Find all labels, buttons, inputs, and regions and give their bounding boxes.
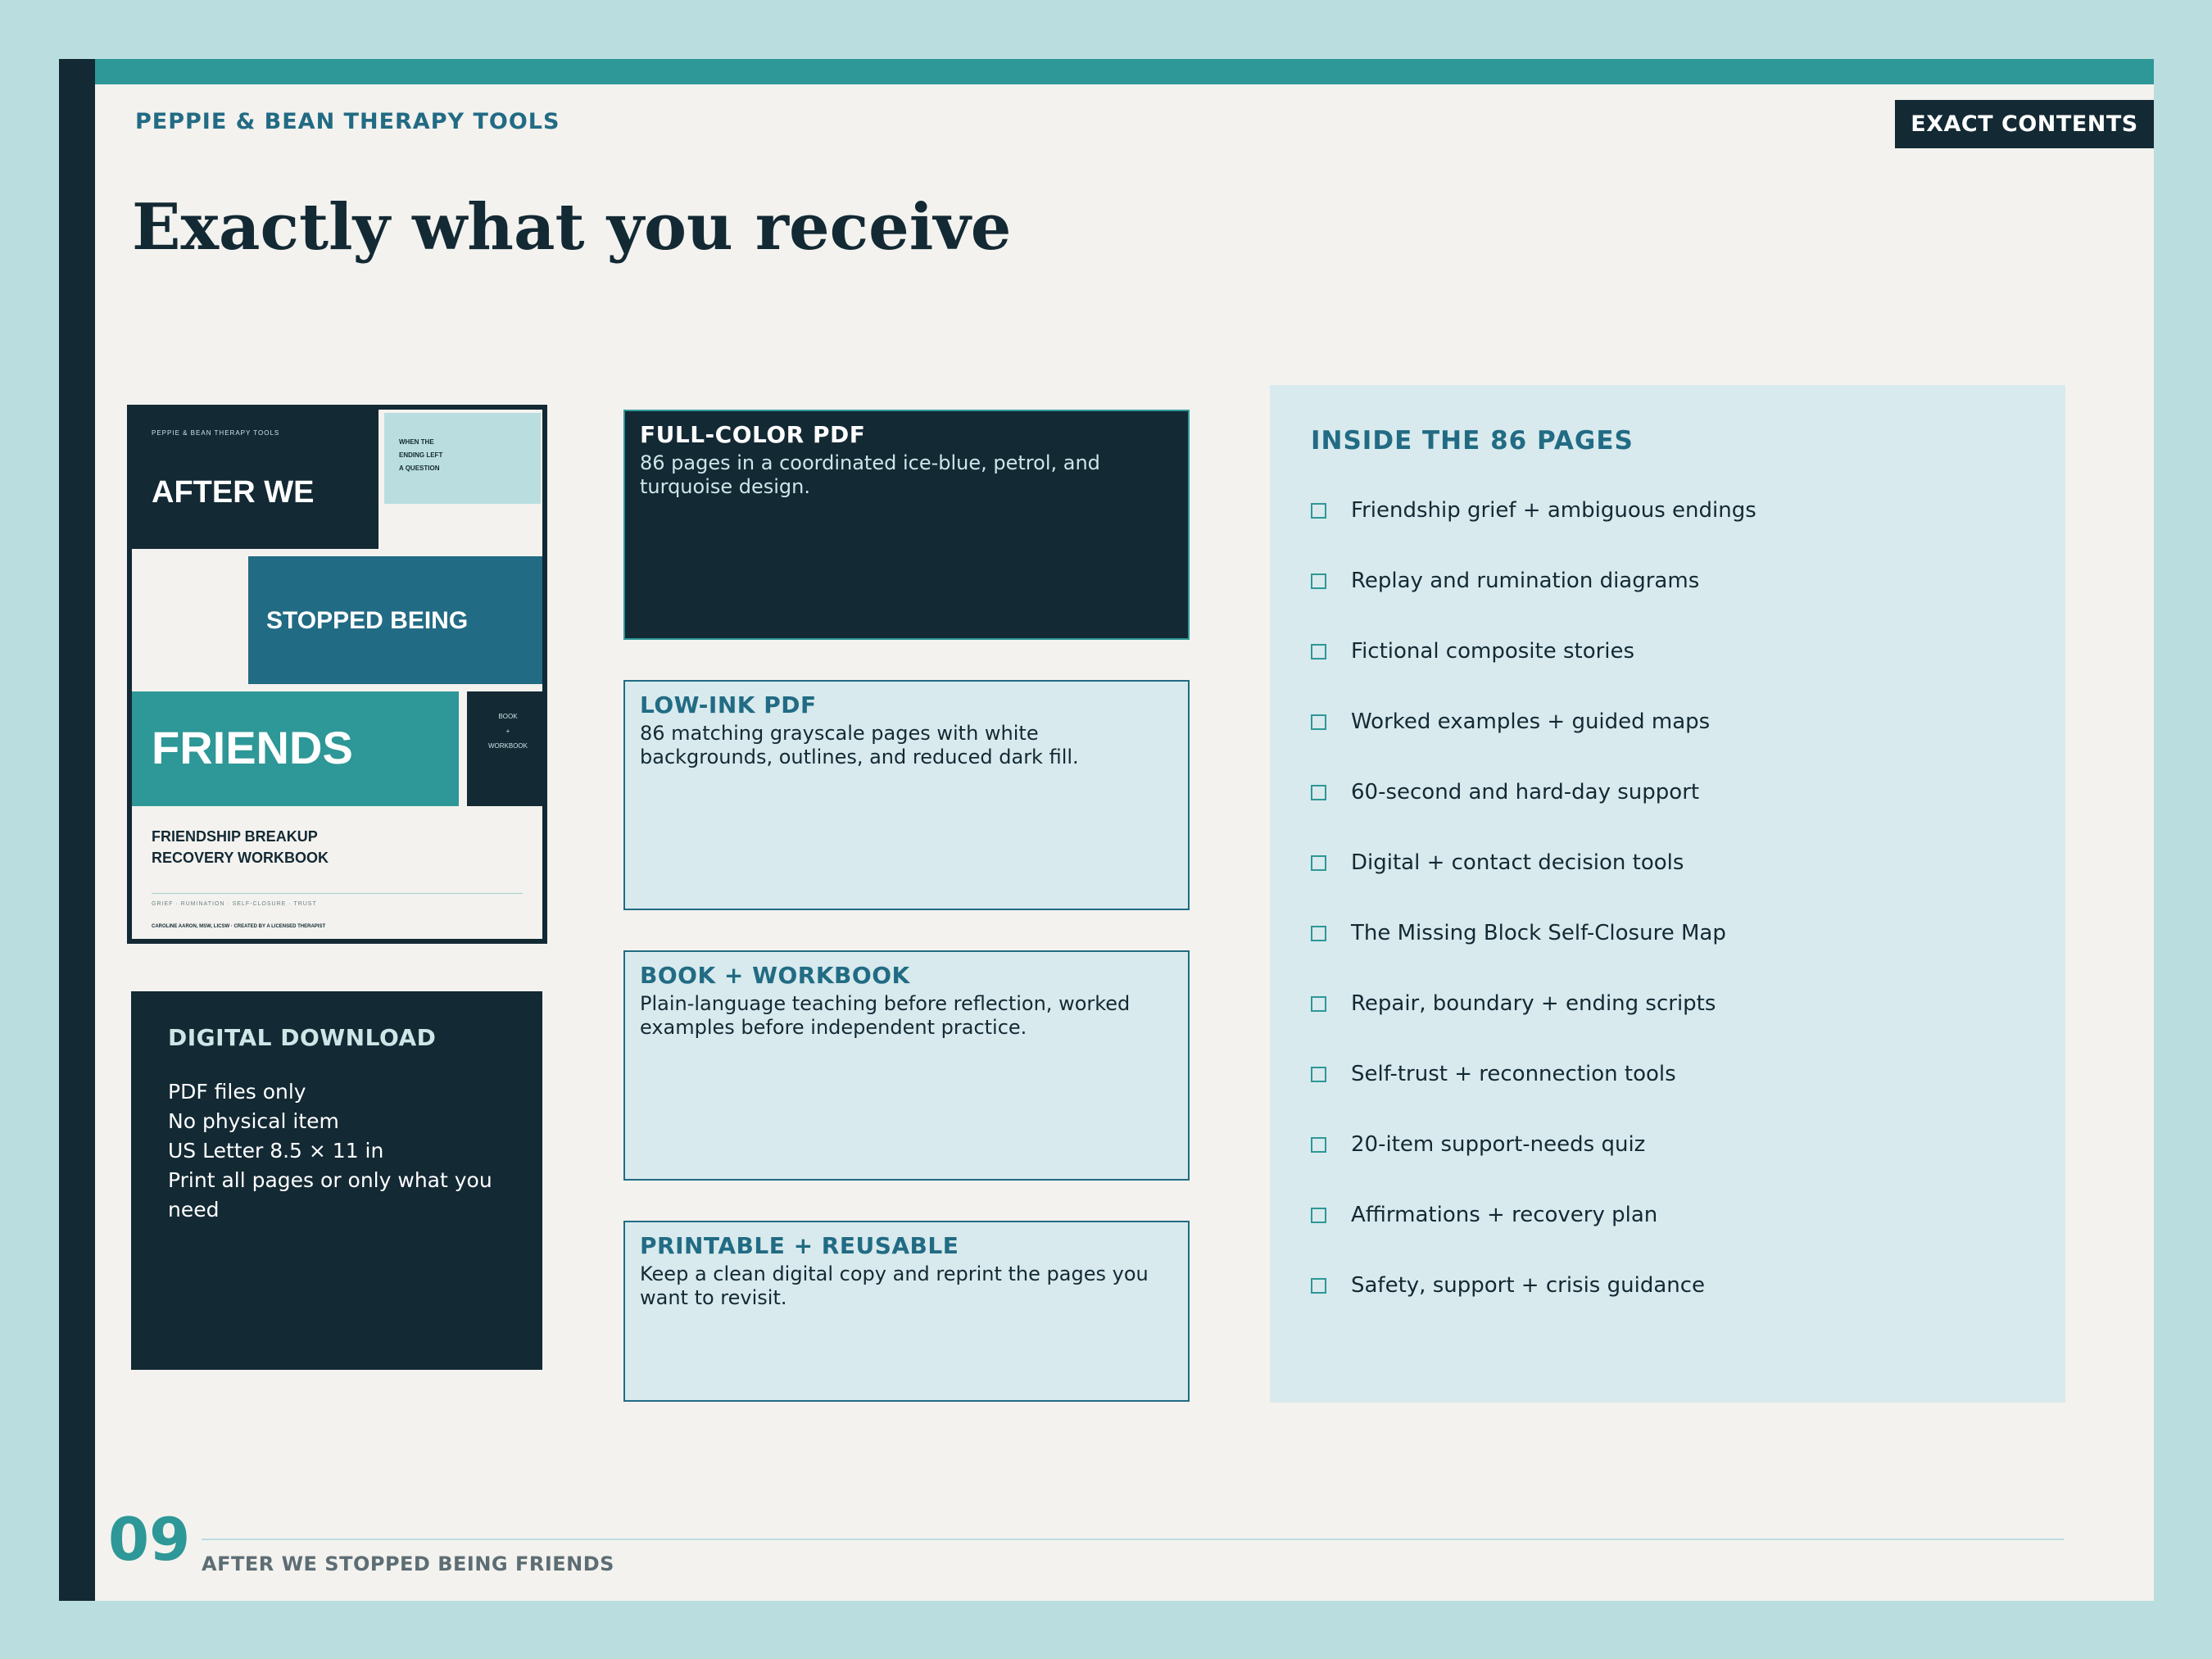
contents-list: Friendship grief + ambiguous endings Rep… [1311,475,2024,1321]
cover-badge-line: BOOK [498,713,518,720]
download-line: No physical item [168,1109,339,1133]
card-body: Keep a clean digital copy and reprint th… [640,1262,1149,1309]
checkbox-icon [1311,1277,1326,1294]
cover-badge-line: WORKBOOK [487,742,528,750]
list-item: 20-item support-needs quiz [1311,1109,2024,1180]
card-heading: LOW-INK PDF [640,691,817,718]
card-full-color-pdf: FULL-COLOR PDF 86 pages in a coordinated… [623,410,1190,640]
cover-question: WHEN THE ENDING LEFT A QUESTION [399,436,442,475]
list-item-label: Affirmations + recovery plan [1351,1203,1658,1227]
list-item: Affirmations + recovery plan [1311,1180,2024,1250]
section-tag: EXACT CONTENTS [1895,100,2154,148]
footer-divider [202,1539,2064,1540]
top-accent-bar [95,59,2154,84]
cover-block-light: WHEN THE ENDING LEFT A QUESTION [384,413,541,504]
cover-title-line-3: FRIENDS [152,722,353,773]
card-heading: FULL-COLOR PDF [640,421,866,448]
page-title: Exactly what you receive [132,190,1012,265]
download-line: PDF files only [168,1080,306,1104]
list-item-label: 60-second and hard-day support [1351,780,1700,805]
card-book-workbook: BOOK + WORKBOOK Plain-language teaching … [623,950,1190,1181]
list-item: The Missing Block Self-Closure Map [1311,898,2024,968]
checkbox-icon [1311,502,1326,519]
cover-question-line: ENDING LEFT [399,451,443,459]
digital-download-heading: DIGITAL DOWNLOAD [168,1024,437,1051]
checkbox-icon [1311,714,1326,730]
list-item: Friendship grief + ambiguous endings [1311,475,2024,546]
list-item-label: Fictional composite stories [1351,639,1635,664]
cover-subtitle: FRIENDSHIP BREAKUP RECOVERY WORKBOOK [152,826,329,868]
list-item: Digital + contact decision tools [1311,827,2024,898]
card-printable-reusable: PRINTABLE + REUSABLE Keep a clean digita… [623,1221,1190,1402]
list-item: Fictional composite stories [1311,616,2024,687]
cover-subtitle-line: FRIENDSHIP BREAKUP [152,828,318,845]
cover-badge-line: + [505,728,510,735]
cover-badge-text: BOOK + WORKBOOK [467,709,542,754]
cover-keywords: GRIEF · RUMINATION · SELF-CLOSURE · TRUS… [152,901,317,907]
list-item-label: 20-item support-needs quiz [1351,1132,1646,1157]
cover-title-line-1: AFTER WE [152,475,315,510]
digital-download-box: DIGITAL DOWNLOAD PDF files only No physi… [131,991,542,1370]
slide: PEPPIE & BEAN THERAPY TOOLS EXACT CONTEN… [59,59,2154,1601]
card-low-ink-pdf: LOW-INK PDF 86 matching grayscale pages … [623,680,1190,910]
list-item: Repair, boundary + ending scripts [1311,968,2024,1039]
list-item-label: Replay and rumination diagrams [1351,569,1700,593]
list-item: Replay and rumination diagrams [1311,546,2024,616]
book-cover: PEPPIE & BEAN THERAPY TOOLS AFTER WE WHE… [127,405,547,944]
cover-subtitle-line: RECOVERY WORKBOOK [152,850,329,866]
list-item-label: Safety, support + crisis guidance [1351,1273,1706,1298]
page-number: 09 [108,1505,191,1574]
card-heading: PRINTABLE + REUSABLE [640,1232,959,1259]
checkbox-icon [1311,1136,1326,1153]
list-item-label: Worked examples + guided maps [1351,709,1711,734]
list-item: Safety, support + crisis guidance [1311,1250,2024,1321]
list-item-label: Self-trust + reconnection tools [1351,1062,1676,1086]
cover-block-petrol: STOPPED BEING [248,556,542,684]
checkbox-icon [1311,784,1326,800]
download-line: Print all pages or only what you need [168,1168,492,1222]
cover-author: CAROLINE AARON, MSW, LICSW · CREATED BY … [152,924,326,929]
checkbox-icon [1311,643,1326,660]
list-item-label: Repair, boundary + ending scripts [1351,991,1716,1016]
cover-block-dark: PEPPIE & BEAN THERAPY TOOLS AFTER WE [132,410,378,549]
card-body: 86 matching grayscale pages with white b… [640,722,1079,768]
brand-label: PEPPIE & BEAN THERAPY TOOLS [135,109,560,134]
cover-question-line: A QUESTION [399,465,440,472]
cover-divider [152,893,523,894]
list-item-label: Digital + contact decision tools [1351,850,1684,875]
checkbox-icon [1311,854,1326,871]
list-item-label: Friendship grief + ambiguous endings [1351,498,1756,523]
cover-badge: BOOK + WORKBOOK [467,691,542,806]
card-body: Plain-language teaching before reflectio… [640,992,1131,1039]
inside-heading: INSIDE THE 86 PAGES [1311,426,1634,456]
checkbox-icon [1311,1207,1326,1223]
card-heading: BOOK + WORKBOOK [640,962,910,989]
checkbox-icon [1311,995,1326,1012]
cover-block-teal: FRIENDS [132,691,459,806]
list-item-label: The Missing Block Self-Closure Map [1351,921,1726,945]
checkbox-icon [1311,1066,1326,1082]
inside-pages-panel: INSIDE THE 86 PAGES Friendship grief + a… [1270,385,2065,1403]
checkbox-icon [1311,925,1326,941]
list-item: 60-second and hard-day support [1311,757,2024,827]
cover-title-line-2: STOPPED BEING [266,607,469,634]
footer-title: AFTER WE STOPPED BEING FRIENDS [202,1552,614,1575]
checkbox-icon [1311,573,1326,589]
left-accent-bar [59,59,95,1601]
download-line: US Letter 8.5 × 11 in [168,1139,384,1163]
card-body: 86 pages in a coordinated ice-blue, petr… [640,451,1100,498]
cover-brand: PEPPIE & BEAN THERAPY TOOLS [152,429,280,437]
cover-question-line: WHEN THE [399,438,434,446]
list-item: Self-trust + reconnection tools [1311,1039,2024,1109]
list-item: Worked examples + guided maps [1311,687,2024,757]
